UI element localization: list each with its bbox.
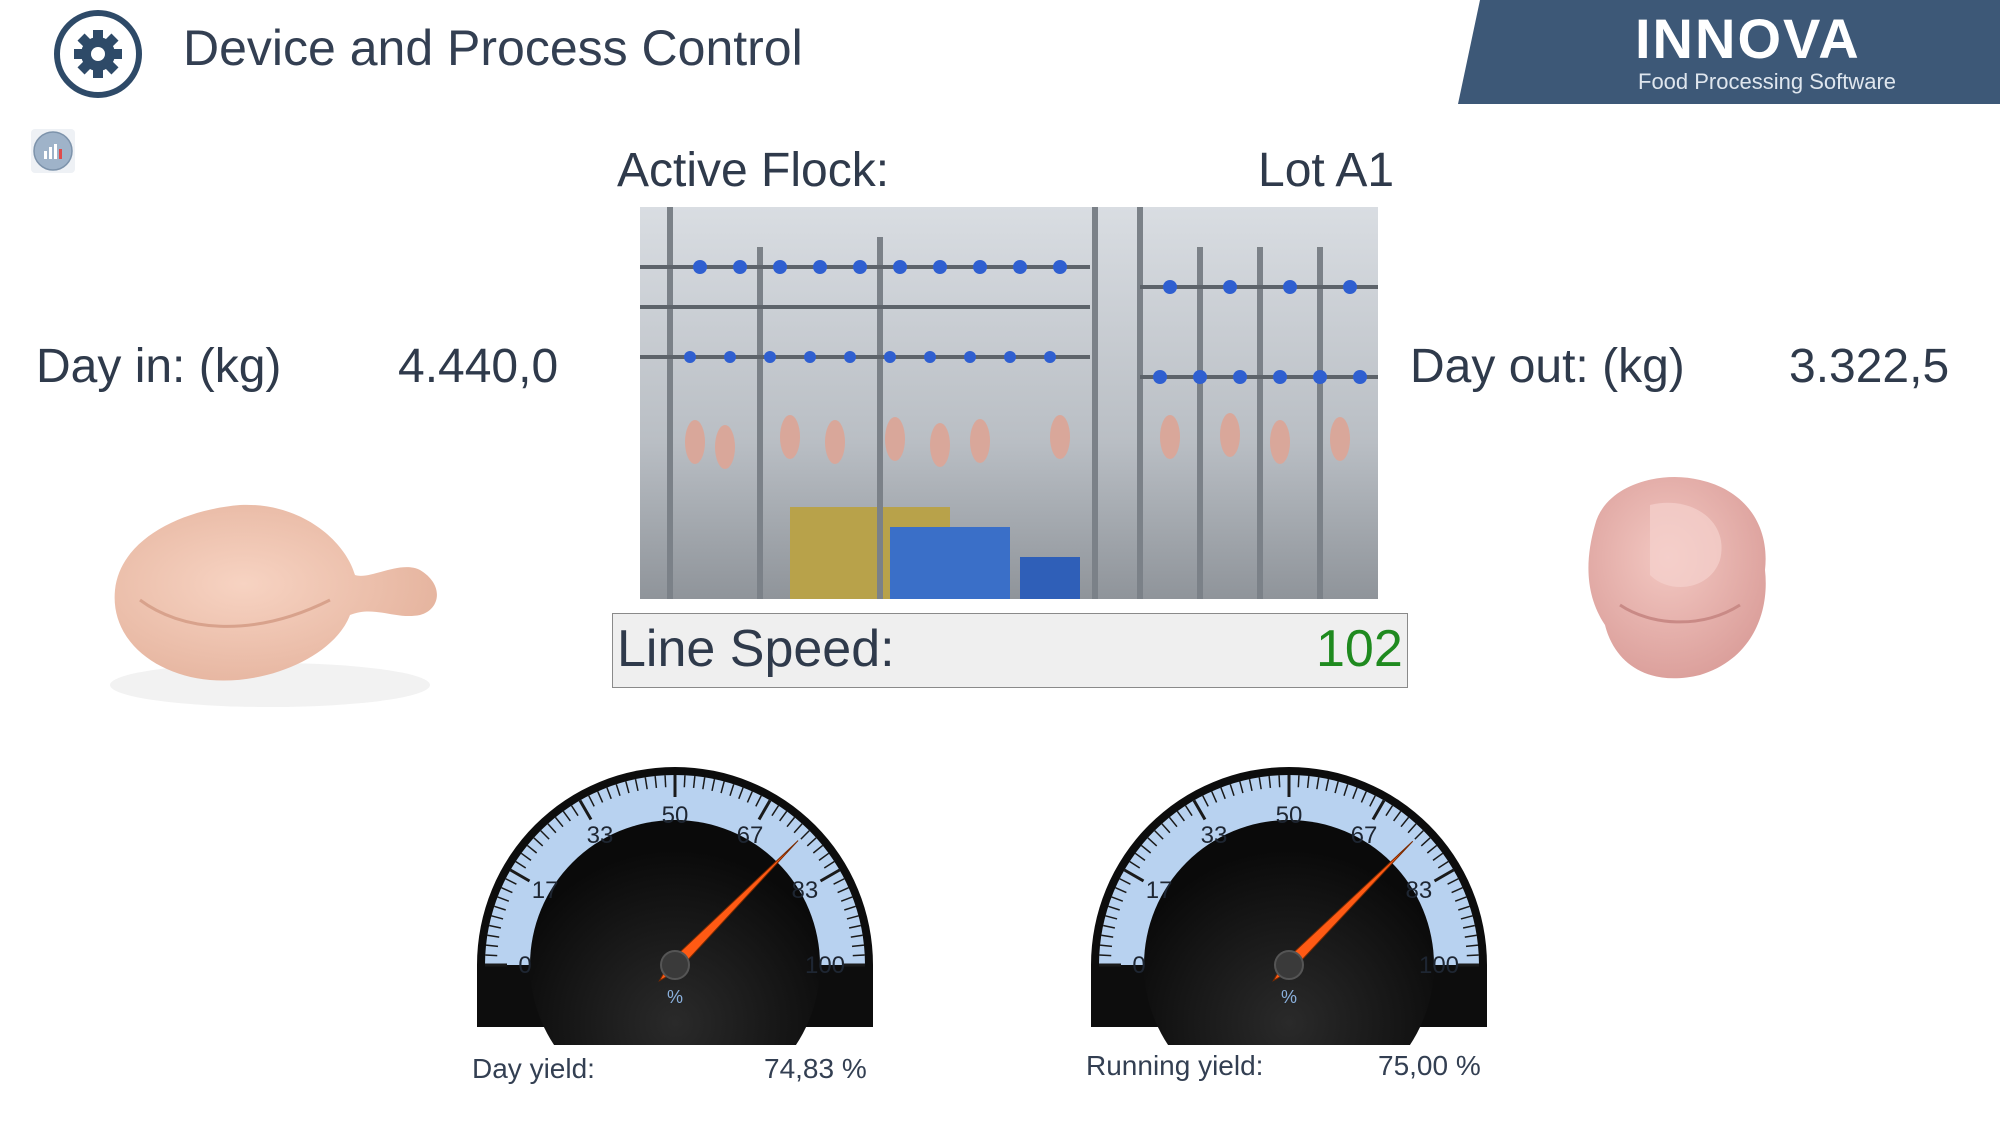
day-yield-label: Day yield: bbox=[472, 1053, 595, 1084]
gauge-tick-label: 33 bbox=[587, 822, 614, 849]
gauge-tick-label: 67 bbox=[737, 822, 764, 849]
gauge-tick bbox=[683, 775, 686, 788]
day-in-label: Day in: (kg) bbox=[36, 340, 282, 393]
gauge-tick-label: 33 bbox=[1201, 822, 1228, 849]
gauge-tick bbox=[1297, 775, 1300, 788]
running-yield-value: 75,00 % bbox=[1378, 1050, 1481, 1081]
gauge-tick-label: 83 bbox=[1406, 877, 1433, 904]
gauge-tick bbox=[1278, 775, 1281, 788]
gauge-unit-label: % bbox=[1281, 987, 1297, 1007]
page-title: Device and Process Control bbox=[183, 20, 803, 76]
gauge-hub bbox=[1274, 950, 1304, 980]
gauge-tick-label: 0 bbox=[518, 952, 531, 979]
gauge-tick-label: 83 bbox=[792, 877, 819, 904]
day-in-value: 4.440,0 bbox=[398, 340, 559, 393]
gauge-tick-label: 67 bbox=[1351, 822, 1378, 849]
day-yield-value: 74,83 % bbox=[764, 1053, 867, 1084]
gauge-hub bbox=[660, 950, 690, 980]
day-out-value: 3.322,5 bbox=[1789, 340, 1950, 393]
chicken-thigh-image bbox=[1588, 477, 1766, 679]
gauge-tick-label: 50 bbox=[1276, 802, 1303, 829]
running-yield-gauge: 0 17 33 50 67 83 100% bbox=[1091, 767, 1487, 1045]
active-flock-label: Active Flock: bbox=[617, 144, 890, 197]
gauge-tick-label: 0 bbox=[1132, 952, 1145, 979]
brand-tagline: Food Processing Software bbox=[1638, 69, 1897, 94]
gauge-tick bbox=[852, 954, 865, 957]
bar-chart-icon[interactable] bbox=[30, 128, 76, 174]
gear-icon[interactable] bbox=[52, 8, 144, 100]
gauge-tick bbox=[485, 954, 498, 957]
line-speed-value: 102 bbox=[1316, 620, 1403, 678]
factory-line-image bbox=[640, 207, 1378, 599]
gauge-tick-label: 50 bbox=[662, 802, 689, 829]
brand-logo: INNOVA bbox=[1635, 7, 1861, 70]
line-speed-label: Line Speed: bbox=[617, 620, 895, 678]
gauge-tick bbox=[664, 775, 667, 788]
day-yield-gauge: 0 17 33 50 67 83 100% bbox=[477, 767, 873, 1045]
day-out-label: Day out: (kg) bbox=[1410, 340, 1685, 393]
gauge-tick bbox=[1466, 954, 1479, 957]
gauge-unit-label: % bbox=[667, 987, 683, 1007]
gauge-tick-label: 17 bbox=[1146, 877, 1173, 904]
active-flock-value: Lot A1 bbox=[1258, 144, 1395, 197]
gauge-tick-label: 100 bbox=[805, 952, 845, 979]
gauge-tick-label: 100 bbox=[1419, 952, 1459, 979]
running-yield-label: Running yield: bbox=[1086, 1050, 1264, 1081]
gauge-tick bbox=[1099, 954, 1112, 957]
gauge-tick-label: 17 bbox=[532, 877, 559, 904]
chicken-leg-image bbox=[110, 504, 437, 707]
